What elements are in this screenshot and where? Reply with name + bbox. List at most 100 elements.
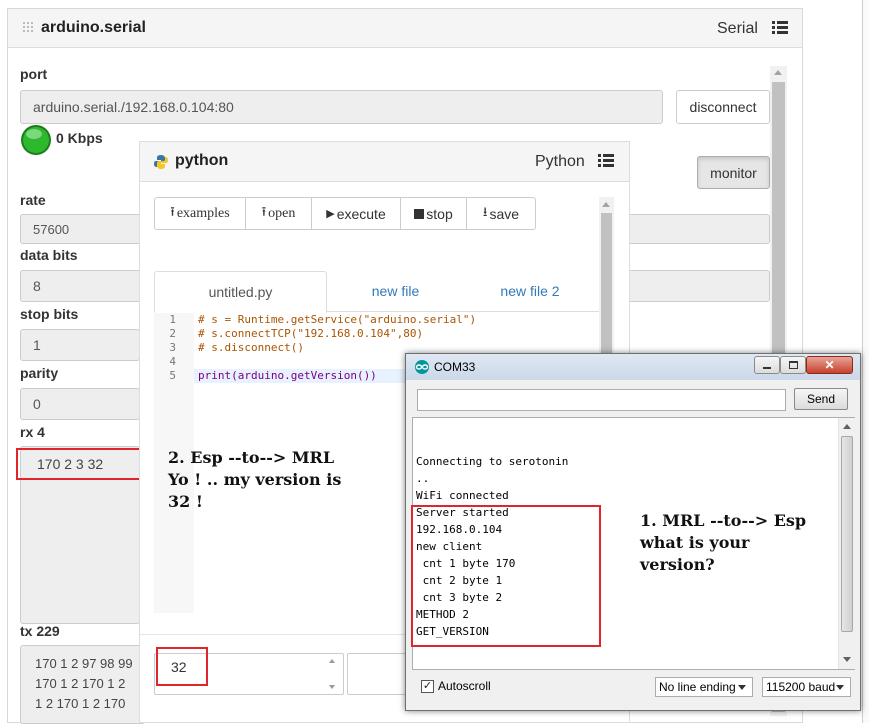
disconnect-label: disconnect	[689, 99, 757, 115]
python-title: python	[175, 152, 229, 169]
list-icon[interactable]	[772, 21, 788, 40]
close-button[interactable]: ✕	[806, 356, 853, 374]
close-icon: ✕	[824, 358, 835, 372]
data-bits-value: 8	[33, 278, 41, 294]
minimize-icon	[763, 367, 771, 369]
list-icon[interactable]	[598, 154, 614, 173]
rate-label: rate	[20, 192, 46, 208]
right-panel-edge	[862, 0, 869, 723]
com-titlebar: COM33 ✕	[406, 354, 860, 380]
com-window: COM33 ✕ Send Connecting to serotonin .. …	[405, 353, 861, 711]
annotation-esp-to-mrl: 2. Esp --to--> MRL Yo ! .. my version is…	[168, 447, 341, 513]
upload-icon: ⭱	[261, 204, 267, 220]
tab-untitled-py[interactable]: untitled.py	[154, 271, 327, 313]
autoscroll-label: Autoscroll	[438, 679, 491, 693]
stop-bits-value: 1	[33, 337, 41, 353]
execute-label: execute	[336, 205, 386, 222]
stop-bits-label: stop bits	[20, 306, 79, 322]
chevron-down-icon	[836, 685, 844, 690]
parity-field[interactable]: 0	[20, 388, 140, 420]
examples-button[interactable]: ⭱ examples	[154, 197, 246, 230]
com-scrollbar[interactable]	[838, 418, 855, 669]
tx-area[interactable]: 170 1 2 97 98 99 170 1 2 170 1 2 1 2 170…	[20, 645, 145, 724]
tx-label: tx 229	[20, 623, 60, 639]
com-title: COM33	[434, 360, 476, 374]
monitor-button[interactable]: monitor	[697, 156, 770, 189]
python-type-label: Python	[535, 153, 585, 170]
output-highlight	[156, 647, 208, 686]
output-line: WiFi connected	[416, 489, 509, 502]
annotation-line: what is your	[640, 533, 750, 552]
stop-icon	[414, 208, 425, 219]
serial-panel-header: arduino.serial Serial	[8, 9, 802, 48]
open-label: open	[268, 205, 296, 221]
annotation-line: 2. Esp --to--> MRL	[168, 448, 335, 467]
tx-line: 1 2 170 1 2 170	[35, 696, 126, 711]
check-icon: ✓	[422, 680, 433, 692]
annotation-line: 1. MRL --to--> Esp	[640, 511, 807, 530]
output-line: Connecting to serotonin	[416, 455, 569, 468]
com-input[interactable]	[417, 389, 786, 411]
play-icon: ▶	[326, 208, 335, 220]
scroll-up-icon[interactable]	[329, 659, 335, 663]
code-line: print(arduino.getVersion())	[198, 369, 377, 382]
port-value: arduino.serial./192.168.0.104:80	[33, 99, 234, 115]
line-number: 4	[169, 355, 176, 368]
grip-icon	[22, 21, 36, 35]
port-field[interactable]: arduino.serial./192.168.0.104:80	[20, 90, 663, 124]
tab-new-file-2[interactable]: new file 2	[462, 271, 598, 311]
maximize-icon	[788, 361, 798, 369]
send-button[interactable]: Send	[794, 388, 848, 410]
maximize-button[interactable]	[780, 356, 806, 374]
status-led-icon	[20, 124, 52, 156]
code-line: # s.connectTCP("192.168.0.104",80)	[198, 327, 424, 340]
baud-select[interactable]: 115200 baud	[762, 677, 851, 697]
python-toolbar: ⭱ examples ⭱ open ▶ execute stop ⭳ save	[154, 197, 536, 230]
monitor-label: monitor	[710, 164, 757, 181]
minimize-button[interactable]	[754, 356, 780, 374]
save-label: save	[489, 205, 520, 222]
scroll-up-icon[interactable]	[602, 202, 610, 207]
annotation-line: Yo ! .. my version is	[168, 470, 342, 489]
code-line: # s.disconnect()	[198, 341, 304, 354]
send-label: Send	[806, 392, 836, 406]
stop-button[interactable]: stop	[401, 197, 467, 230]
disconnect-button[interactable]: disconnect	[676, 90, 770, 124]
open-button[interactable]: ⭱ open	[246, 197, 312, 230]
annotation-line: 32 !	[168, 492, 203, 511]
scroll-up-icon[interactable]	[774, 70, 782, 75]
save-button[interactable]: ⭳ save	[467, 197, 536, 230]
scroll-up-icon[interactable]	[843, 424, 851, 429]
parity-label: parity	[20, 365, 59, 381]
line-number: 3	[169, 341, 176, 354]
stop-label: stop	[426, 205, 453, 222]
scroll-down-icon[interactable]	[329, 685, 335, 689]
parity-value: 0	[33, 396, 41, 412]
port-label: port	[20, 66, 48, 82]
line-number: 1	[169, 313, 176, 326]
code-line: # s = Runtime.getService("arduino.serial…	[198, 313, 477, 326]
serial-type-label: Serial	[717, 20, 758, 37]
scroll-down-icon[interactable]	[843, 657, 851, 662]
upload-icon: ⭱	[170, 204, 175, 220]
rate-kbps: 0 Kbps	[56, 130, 103, 146]
rate-value: 57600	[33, 221, 70, 237]
line-ending-select[interactable]: No line ending	[655, 677, 753, 697]
tx-line: 170 1 2 170 1 2	[35, 676, 126, 691]
python-panel-header: python Python	[140, 142, 629, 182]
rx-label: rx 4	[20, 424, 45, 440]
data-bits-label: data bits	[20, 247, 78, 263]
tab-new-file[interactable]: new file	[329, 271, 462, 311]
line-ending-value: No line ending	[659, 680, 736, 694]
line-number: 5	[169, 369, 176, 382]
tab-label: new file	[371, 283, 420, 299]
autoscroll-checkbox[interactable]: ✓	[421, 680, 434, 693]
stop-bits-field[interactable]: 1	[20, 329, 140, 361]
tab-label: new file 2	[500, 283, 560, 299]
execute-button[interactable]: ▶ execute	[312, 197, 401, 230]
python-logo-icon	[153, 154, 169, 175]
com-scroll-thumb[interactable]	[841, 436, 853, 632]
tx-line: 170 1 2 97 98 99	[35, 656, 133, 671]
serial-title: arduino.serial	[41, 19, 146, 36]
annotation-line: version?	[640, 555, 715, 574]
